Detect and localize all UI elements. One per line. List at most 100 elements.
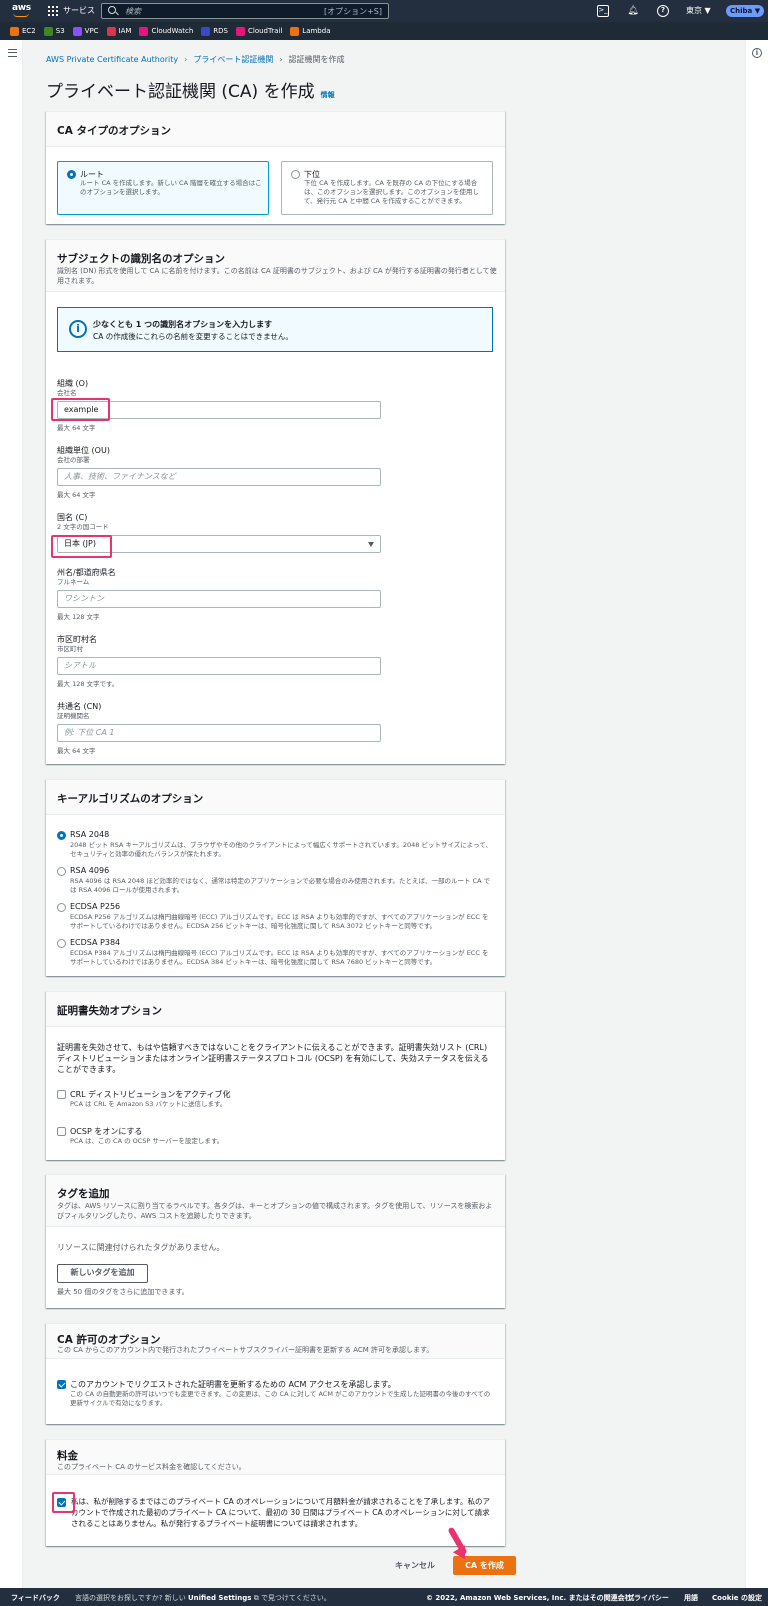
help-panel-rail: i (745, 40, 768, 1588)
caret-down-icon (368, 542, 374, 547)
favorites-bar: EC2 S3 VPC IAM CloudWatch RDS CloudTrail Lambda (0, 22, 768, 40)
favorite-label: EC2 (22, 27, 36, 35)
cloudtrail-service-icon (235, 26, 245, 36)
page-title: プライベート認証機関 (CA) を作成 情報 (46, 77, 335, 102)
subject-desc: 識別名 (DN) 形式を使用して CA に名前を付けます。この名前は CA 証明… (57, 267, 497, 285)
info-link[interactable]: 情報 (321, 90, 335, 100)
key-algo-radio[interactable] (57, 831, 66, 840)
subject-title: サブジェクトの識別名のオプション (57, 253, 225, 265)
feedback-link[interactable]: フィードバック (11, 1593, 60, 1603)
grid-icon (48, 5, 58, 16)
services-menu[interactable]: サービス (48, 5, 95, 16)
lang-suffix: で見つけてください。 (260, 1594, 331, 1602)
crl-label: CRL ディストリビューションをアクティブ化 (70, 1090, 231, 1099)
favorite-rds[interactable]: RDS (201, 26, 228, 36)
acm-permission-desc: この CA の自動更新の許可はいつでも変更できます。この変更は、この CA に対… (70, 1390, 491, 1407)
search-input[interactable]: 検索 [オプション+S] (101, 3, 389, 19)
acm-permission-checkbox[interactable] (57, 1380, 66, 1389)
key-algo-radio[interactable] (57, 867, 66, 876)
cookie-settings-link[interactable]: Cookie の設定 (712, 1593, 762, 1603)
ocsp-desc: PCA は、この CA の OCSP サーバーを設定します。 (70, 1137, 224, 1145)
help-icon[interactable]: ? (657, 5, 669, 17)
org-label: 組織 (O) (57, 379, 89, 388)
key-algo-radio[interactable] (57, 939, 66, 948)
ca-type-root-tile[interactable]: ルート ルート CA を作成します。新しい CA 階層を確立する場合はこのオプシ… (57, 161, 269, 215)
crl-checkbox[interactable] (57, 1090, 66, 1099)
cn-desc: 証明機関名 (57, 712, 90, 720)
add-tag-button[interactable]: 新しいタグを追加 (57, 1264, 148, 1283)
breadcrumb-parent-link[interactable]: プライベート認証機関 (193, 54, 273, 65)
pricing-ack-text: 私は、私が削除するまではこのプライベート CA のオペレーションについて月額料金… (71, 1497, 491, 1528)
pricing-title: 料金 (57, 1450, 78, 1462)
ec2-service-icon (10, 26, 19, 36)
side-navigation (0, 40, 23, 1588)
city-field: 市区町村名 市区町村 シアトル 最大 128 文字です。 (57, 635, 381, 688)
state-input[interactable]: ワシントン (57, 590, 381, 608)
search-shortcut: [オプション+S] (323, 7, 382, 16)
breadcrumb-current: 認証機関を作成 (288, 55, 345, 64)
search-icon (107, 5, 119, 17)
cancel-button[interactable]: キャンセル (395, 1560, 435, 1571)
radio-root[interactable] (67, 170, 76, 179)
city-label: 市区町村名 (57, 635, 97, 644)
key-algo-desc: RSA 4096 は RSA 2048 ほど効率的ではなく、通常は特定のアプリケ… (70, 877, 491, 894)
city-input[interactable]: シアトル (57, 657, 381, 675)
chevron-right-icon: › (184, 55, 188, 64)
vpc-service-icon (72, 26, 82, 36)
aws-smile-icon (13, 13, 29, 17)
favorite-iam[interactable]: IAM (106, 26, 131, 36)
cn-limit: 最大 64 文字 (57, 747, 96, 755)
key-algo-label: RSA 4096 (70, 866, 110, 875)
privacy-link[interactable]: プライバシー (627, 1593, 669, 1603)
user-menu[interactable]: Chiba ▼ (726, 5, 765, 17)
favorite-label: RDS (213, 27, 228, 35)
favorite-cloudwatch[interactable]: CloudWatch (139, 26, 194, 36)
info-circle-icon: i (69, 320, 87, 338)
info-icon[interactable]: i (752, 48, 762, 58)
external-link-icon: ⧉ (253, 1594, 259, 1602)
country-desc: 2 文字の国コード (57, 523, 109, 531)
cn-label: 共通名 (CN) (57, 702, 102, 711)
ca-type-panel: CA タイプのオプション ルート ルート CA を作成します。新しい CA 階層… (46, 111, 505, 224)
state-desc: フルネーム (57, 578, 90, 586)
ou-field: 組織単位 (OU) 会社の部署 人事、技術、ファイナンスなど 最大 64 文字 (57, 446, 381, 499)
favorite-lambda[interactable]: Lambda (290, 26, 331, 36)
unified-settings-link[interactable]: Unified Settings (188, 1594, 252, 1602)
tags-title: タグを追加 (57, 1188, 110, 1200)
favorite-s3[interactable]: S3 (43, 26, 65, 36)
pricing-panel: 料金 このプライベート CA のサービス料金を確認してください。 私は、私が削除… (46, 1439, 505, 1546)
key-algo-desc: ECDSA P384 アルゴリズムは楕円曲線暗号 (ECC) アルゴリズムです。… (70, 949, 489, 966)
favorite-ec2[interactable]: EC2 (10, 26, 36, 36)
key-algorithm-panel: キーアルゴリズムのオプション RSA 2048 2048 ビット RSA キーアル… (46, 779, 505, 976)
radio-subordinate[interactable] (291, 170, 300, 179)
highlight-box (51, 398, 110, 421)
ou-input[interactable]: 人事、技術、ファイナンスなど (57, 468, 381, 486)
terms-link[interactable]: 用語 (684, 1593, 698, 1603)
favorite-label: CloudWatch (151, 27, 194, 35)
ocsp-checkbox[interactable] (57, 1127, 66, 1136)
alert-title: 少なくとも 1 つの識別名オプションを入力します (93, 320, 273, 329)
alert-desc: CA の作成後にこれらの名前を変更することはできません。 (93, 332, 293, 341)
bell-icon[interactable]: 🔔︎ (627, 5, 639, 17)
top-navigation: aws サービス 検索 [オプション+S] >_ 🔔︎ ? 東京 ▼ Chiba… (0, 0, 768, 22)
key-algo-radio[interactable] (57, 903, 66, 912)
breadcrumb-root-link[interactable]: AWS Private Certificate Authority (46, 55, 178, 64)
tags-panel: タグを追加 タグは、AWS リソースに割り当てるラベルです。各タグは、キーとオプ… (46, 1174, 505, 1308)
chevron-right-icon: › (279, 55, 283, 64)
language-notice: 言語の選択をお探しですか? 新しい Unified Settings ⧉ で見つ… (75, 1593, 331, 1603)
favorite-vpc[interactable]: VPC (72, 26, 99, 36)
state-limit: 最大 128 文字 (57, 613, 100, 621)
cn-input[interactable]: 例: 下位 CA 1 (57, 724, 381, 742)
footer: フィードバック 言語の選択をお探しですか? 新しい Unified Settin… (0, 1588, 768, 1606)
tags-empty-text: リソースに関連付けられたタグがありません。 (57, 1243, 225, 1252)
country-label: 国名 (C) (57, 513, 88, 522)
favorite-label: Lambda (302, 27, 331, 35)
favorite-cloudtrail[interactable]: CloudTrail (235, 26, 282, 36)
ca-type-subordinate-tile[interactable]: 下位 下位 CA を作成します。CA を既存の CA の下位にする場合は、このオ… (281, 161, 493, 215)
aws-logo[interactable]: aws (12, 3, 32, 19)
cloudshell-icon[interactable]: >_ (597, 5, 609, 17)
region-selector[interactable]: 東京 ▼ (686, 5, 711, 16)
key-algo-desc: ECDSA P256 アルゴリズムは楕円曲線暗号 (ECC) アルゴリズムです。… (70, 913, 489, 930)
favorite-label: S3 (55, 27, 65, 35)
hamburger-menu-icon[interactable] (8, 49, 17, 57)
